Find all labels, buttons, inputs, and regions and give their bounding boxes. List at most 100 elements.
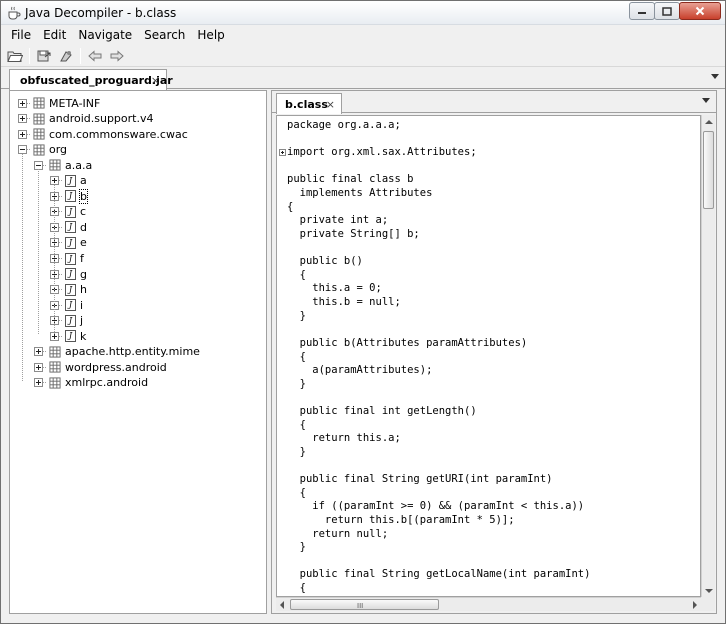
expand-icon[interactable] — [18, 129, 27, 139]
expand-icon[interactable] — [18, 98, 27, 108]
tree-item-label: d — [80, 220, 87, 234]
tree-item-label: g — [80, 267, 87, 281]
tree-item-label: b — [79, 188, 88, 204]
minimize-button[interactable] — [629, 2, 655, 20]
code-line: public b() — [287, 255, 363, 268]
tab-close-icon[interactable]: × — [151, 74, 160, 87]
tree-connector — [43, 164, 46, 166]
scroll-down-icon[interactable] — [705, 589, 713, 593]
toolbar-separator — [80, 47, 81, 64]
menu-edit[interactable]: Edit — [37, 25, 72, 45]
back-button[interactable] — [85, 47, 105, 65]
code-line: } — [287, 541, 306, 554]
expand-imports-icon[interactable] — [279, 149, 286, 157]
tree-class-item[interactable]: Jh — [50, 282, 87, 298]
tree-guide-line — [22, 153, 23, 381]
tree-item-label: a — [80, 174, 87, 188]
tree-class-item[interactable]: Jd — [50, 219, 87, 235]
open-type-button[interactable] — [56, 47, 76, 65]
scroll-right-icon[interactable] — [693, 601, 697, 609]
tab-list-dropdown-icon[interactable] — [702, 98, 710, 103]
code-line: public final String getURI(int paramInt) — [287, 473, 553, 486]
code-line: } — [287, 445, 306, 458]
tree-connector — [43, 382, 46, 384]
code-line: private int a; — [287, 214, 389, 227]
code-line: return this.b[(paramInt * 5)]; — [287, 513, 515, 526]
tab-label: b.class — [285, 97, 328, 111]
code-line: { — [287, 268, 306, 281]
toolbar-separator — [29, 47, 30, 64]
tree-item-label: apache.http.entity.mime — [65, 345, 200, 359]
vertical-scroll-thumb[interactable] — [703, 131, 714, 209]
code-line: package org.a.a.a; — [287, 119, 401, 131]
java-class-file-icon: J — [65, 252, 76, 265]
tree-guide-line — [38, 169, 39, 335]
expand-icon[interactable] — [18, 114, 27, 124]
tree-class-item[interactable]: Jg — [50, 266, 87, 282]
expand-icon[interactable] — [34, 362, 43, 372]
menu-search[interactable]: Search — [138, 25, 191, 45]
maximize-button[interactable] — [654, 2, 680, 20]
horizontal-scroll-thumb[interactable]: III — [290, 599, 439, 610]
tree-item-label: com.commonsware.cwac — [49, 127, 188, 141]
tree-class-item[interactable]: Jk — [50, 328, 86, 344]
code-line: { — [287, 200, 294, 213]
forward-button[interactable] — [107, 47, 127, 65]
save-icon — [37, 50, 51, 61]
tree-item-label: org — [49, 143, 68, 157]
maximize-icon — [662, 6, 672, 16]
tree-connector — [59, 242, 62, 244]
tree-package-item[interactable]: org — [18, 142, 67, 158]
tree-package-item[interactable]: wordpress.android — [34, 359, 167, 375]
scroll-up-icon[interactable] — [705, 120, 713, 124]
tree-package-item[interactable]: a.a.a — [34, 157, 92, 173]
open-file-button[interactable] — [5, 47, 25, 65]
tree-item-label: a.a.a — [65, 158, 93, 172]
java-class-file-icon: J — [65, 268, 76, 281]
tree-connector — [59, 304, 62, 306]
tree-package-item[interactable]: xmlrpc.android — [34, 375, 148, 391]
tree-package-item[interactable]: apache.http.entity.mime — [34, 344, 200, 360]
tree-class-item[interactable]: Jb — [50, 188, 88, 204]
java-class-file-icon: J — [65, 314, 76, 327]
window-title: Java Decompiler - b.class — [25, 6, 177, 20]
scroll-grip: III — [357, 602, 364, 610]
expand-icon[interactable] — [34, 378, 43, 388]
tree-item-label: h — [80, 283, 87, 297]
close-window-button[interactable] — [679, 2, 721, 20]
tree-item-label: k — [80, 329, 87, 343]
tree-connector — [27, 133, 30, 135]
menu-navigate[interactable]: Navigate — [72, 25, 138, 45]
window-controls — [629, 2, 721, 21]
tree-class-item[interactable]: Ja — [50, 173, 87, 189]
code-line: this.a = 0; — [287, 282, 382, 295]
expand-icon[interactable] — [34, 347, 43, 357]
menu-file[interactable]: File — [5, 25, 37, 45]
tab-b-class[interactable]: b.class × — [276, 93, 342, 114]
minimize-icon — [638, 12, 646, 14]
scroll-left-icon[interactable] — [280, 601, 284, 609]
vertical-scrollbar[interactable] — [701, 115, 715, 597]
open-type-icon — [60, 50, 72, 61]
tree-connector — [59, 180, 62, 182]
tab-list-dropdown-icon[interactable] — [711, 74, 719, 79]
tab-close-icon[interactable]: × — [326, 98, 335, 111]
tab-obfuscated-proguard-jar[interactable]: obfuscated_proguard.jar × — [9, 69, 173, 90]
tree-class-item[interactable]: Je — [50, 235, 87, 251]
tree-package-item[interactable]: com.commonsware.cwac — [18, 126, 188, 142]
tree-class-item[interactable]: Jf — [50, 251, 84, 267]
tree-item-label: android.support.v4 — [49, 112, 154, 126]
menu-help[interactable]: Help — [191, 25, 230, 45]
tree-package-item[interactable]: android.support.v4 — [18, 111, 153, 127]
tree-package-item[interactable]: META-INF — [18, 95, 100, 111]
class-tab-strip: b.class × — [272, 91, 716, 114]
title-bar: Java Decompiler - b.class — [1, 1, 725, 25]
tree-connector — [59, 289, 62, 291]
tree-connector — [27, 149, 30, 151]
tree-class-item[interactable]: Jc — [50, 204, 86, 220]
horizontal-scrollbar[interactable]: III — [276, 597, 701, 611]
save-sources-button[interactable] — [34, 47, 54, 65]
code-line: public final class b — [287, 173, 414, 186]
source-code-view[interactable]: package org.a.a.a; import org.xml.sax.Att… — [276, 115, 701, 597]
package-icon — [33, 97, 45, 109]
